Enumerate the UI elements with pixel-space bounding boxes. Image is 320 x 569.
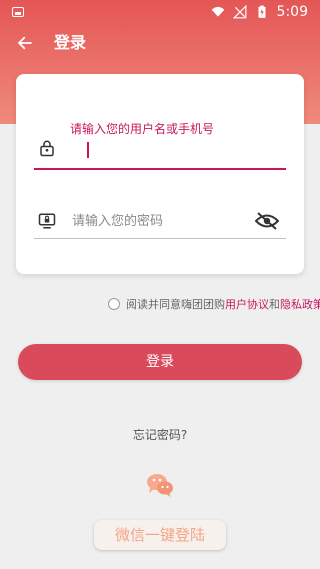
username-underline: [34, 168, 286, 170]
password-field[interactable]: [34, 204, 286, 240]
eye-off-icon[interactable]: [255, 212, 279, 230]
privacy-policy-link[interactable]: 隐私政策: [280, 296, 320, 312]
password-input[interactable]: [70, 210, 254, 232]
agreement-and: 和: [269, 298, 280, 311]
user-agreement-link[interactable]: 用户协议: [225, 296, 269, 312]
lock-icon: [40, 140, 54, 157]
agreement-prefix: 阅读并同意嗨团团购: [126, 298, 225, 311]
password-monitor-icon: [38, 213, 56, 229]
battery-charging-icon: [258, 5, 266, 18]
agreement-row: 阅读并同意嗨团团购 用户协议 和 隐私政策: [108, 296, 320, 312]
top-app-bar: 登录: [0, 24, 320, 62]
username-field[interactable]: 请输入您的用户名或手机号: [34, 120, 286, 170]
login-card: 请输入您的用户名或手机号: [16, 74, 304, 274]
wifi-icon: [211, 7, 224, 17]
agreement-checkbox[interactable]: [108, 298, 120, 310]
wechat-icon[interactable]: [146, 472, 174, 498]
forgot-password-link[interactable]: 忘记密码?: [0, 426, 320, 443]
wechat-login-button[interactable]: 微信一键登陆: [94, 520, 226, 550]
arrow-left-icon: [18, 36, 32, 50]
page-title: 登录: [54, 33, 87, 52]
back-button[interactable]: [12, 30, 38, 56]
gallery-icon: [12, 7, 24, 17]
status-icons: 5:09: [211, 4, 308, 20]
status-bar: 5:09: [0, 0, 320, 24]
login-button[interactable]: 登录: [18, 344, 302, 380]
text-cursor: [87, 142, 89, 158]
password-underline: [34, 238, 286, 239]
signal-icon: [232, 5, 246, 19]
username-label: 请输入您的用户名或手机号: [70, 122, 215, 136]
status-time: 5:09: [276, 4, 308, 20]
